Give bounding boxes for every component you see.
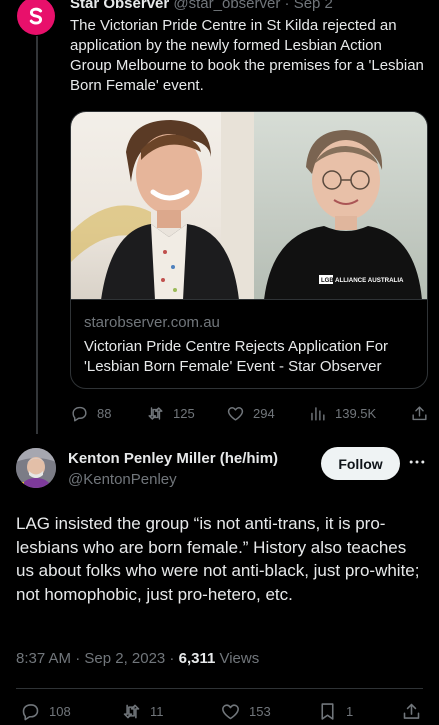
link-card-title: Victorian Pride Centre Rejects Applicati… <box>84 338 389 375</box>
tweet-actions: 108 11 153 1 <box>20 700 425 722</box>
reply-icon <box>22 703 39 720</box>
shirt-text: ALLIANCE AUSTRALIA <box>335 277 404 284</box>
share-icon <box>412 405 427 420</box>
card-photo-right: LGB ALLIANCE AUSTRALIA <box>254 112 427 299</box>
tweet-text: LAG insisted the group “is not anti-tran… <box>16 514 420 604</box>
repost-icon <box>148 406 163 420</box>
tweet-timestamp-line: 8:37 AM · Sep 2, 2023 · 6,311 Views <box>16 650 259 667</box>
like-count: 153 <box>249 703 271 719</box>
star-observer-logo-icon <box>29 7 43 25</box>
person-left-illustration <box>71 112 254 299</box>
views-label: Views <box>215 650 260 667</box>
follow-button[interactable]: Follow <box>321 447 400 480</box>
author-handle[interactable]: @KentonPenley <box>68 471 177 488</box>
link-card[interactable]: LGB ALLIANCE AUSTRALIA starobserver.com.… <box>70 111 428 389</box>
reply-count: 108 <box>49 703 71 719</box>
divider <box>16 688 423 689</box>
author-name[interactable]: Star Observer <box>70 0 169 12</box>
quoted-tweet-text: The Victorian Pride Centre in St Kilda r… <box>70 17 424 94</box>
repost-button[interactable]: 11 <box>121 701 164 722</box>
author-name[interactable]: Kenton Penley Miller (he/him) <box>68 450 278 467</box>
link-card-image: LGB ALLIANCE AUSTRALIA <box>71 112 427 300</box>
quoted-tweet-header: Star Observer @star_observer · Sep 2 <box>70 0 333 12</box>
reply-button[interactable]: 88 <box>70 404 111 423</box>
reply-button[interactable]: 108 <box>20 701 71 722</box>
avatar-photo <box>16 448 56 488</box>
share-icon <box>403 703 420 719</box>
tweet-timestamp[interactable]: 8:37 AM · Sep 2, 2023 · <box>16 650 179 667</box>
views-count: 6,311 <box>178 650 216 667</box>
card-photo-left <box>71 112 254 299</box>
author-avatar[interactable] <box>16 448 56 488</box>
views-button[interactable]: 139.5K <box>308 404 376 423</box>
heart-icon <box>222 703 239 719</box>
shirt-logo: LGB <box>321 278 334 284</box>
bookmark-count: 1 <box>346 703 354 719</box>
more-dots-icon <box>409 460 425 464</box>
like-button[interactable]: 294 <box>226 404 275 423</box>
repost-icon <box>123 704 140 718</box>
author-handle[interactable]: @star_observer <box>173 0 280 12</box>
link-card-domain: starobserver.com.au <box>84 314 220 331</box>
views-count: 139.5K <box>335 405 377 421</box>
repost-count: 11 <box>150 703 164 719</box>
heart-icon <box>227 406 244 421</box>
bookmark-icon <box>321 702 334 720</box>
star-observer-avatar[interactable] <box>17 0 55 35</box>
thread-line <box>36 36 38 434</box>
reply-icon <box>72 406 87 421</box>
like-button[interactable]: 153 <box>220 701 271 722</box>
repost-button[interactable]: 125 <box>146 404 195 423</box>
person-right-illustration: LGB ALLIANCE AUSTRALIA <box>254 112 427 299</box>
tweet-date[interactable]: Sep 2 <box>294 0 333 12</box>
quoted-tweet-actions: 88 125 294 139.5K <box>70 402 430 424</box>
separator-dot: · <box>284 0 290 12</box>
more-options-button[interactable] <box>405 450 429 474</box>
share-button[interactable] <box>410 404 429 423</box>
like-count: 294 <box>253 405 275 421</box>
repost-count: 125 <box>173 405 195 421</box>
bookmark-button[interactable]: 1 <box>317 701 353 722</box>
share-button[interactable] <box>401 701 422 722</box>
views-chart-icon <box>311 406 325 421</box>
reply-count: 88 <box>97 405 112 421</box>
